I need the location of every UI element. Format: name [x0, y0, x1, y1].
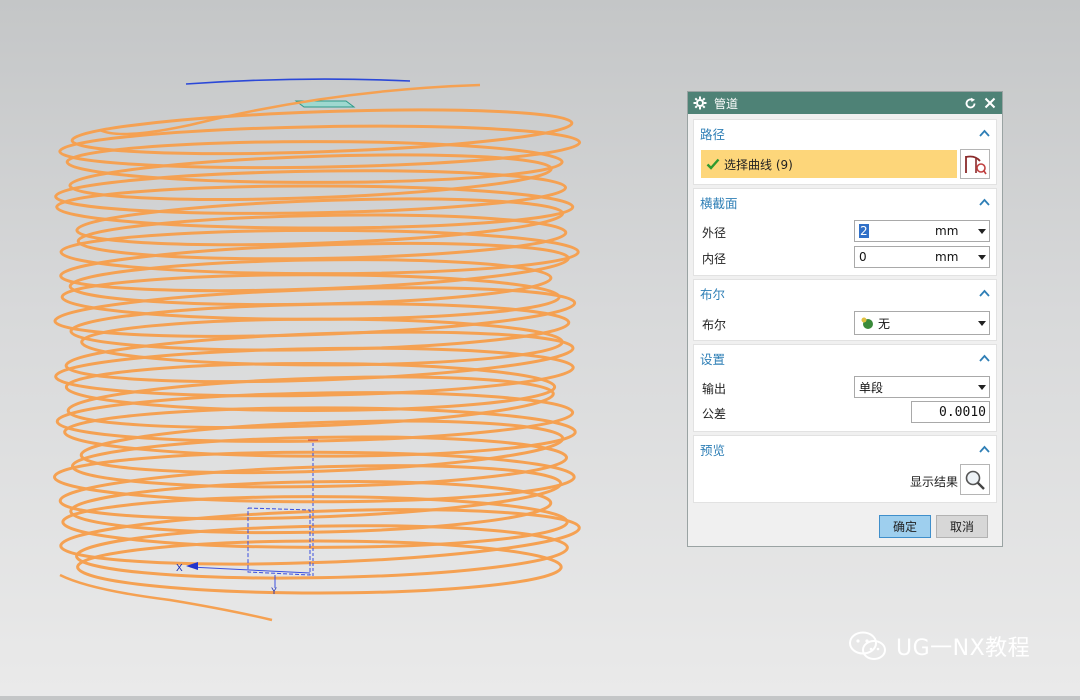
reset-icon[interactable] [962, 95, 978, 111]
helix-coil [65, 140, 564, 184]
inner-diameter-input[interactable]: 0 mm [854, 246, 990, 268]
path-section: 路径 选择曲线 (9) [693, 119, 997, 185]
settings-section-header[interactable]: 设置 [694, 345, 996, 371]
top-sketch-curve[interactable] [185, 78, 411, 85]
chevron-up-icon[interactable] [978, 197, 990, 207]
cross-section-header[interactable]: 横截面 [694, 189, 996, 215]
helix-coil [59, 228, 580, 276]
axis-y-label: Y [271, 586, 277, 596]
tolerance-label: 公差 [702, 407, 727, 421]
output-select[interactable]: 单段 [854, 376, 990, 398]
curve-selection-icon [965, 155, 987, 175]
tolerance-input[interactable]: 0.0010 [911, 401, 990, 423]
gear-icon[interactable] [692, 95, 708, 111]
boolean-section: 布尔 布尔 无 [693, 279, 997, 341]
cancel-button[interactable]: 取消 [936, 515, 988, 538]
watermark-text: UG一NX教程 [896, 636, 1031, 661]
settings-section: 设置 输出 单段 公差 0.0010 [693, 344, 997, 432]
helix-coils[interactable] [52, 83, 582, 622]
curve-rule-button[interactable] [960, 149, 990, 179]
chevron-down-icon[interactable] [975, 320, 989, 326]
helix-end-lead [59, 573, 273, 622]
inner-diameter-label: 内径 [702, 252, 727, 266]
show-result-button[interactable] [960, 464, 990, 495]
axis-x-label: X [176, 563, 183, 574]
output-label: 输出 [702, 382, 727, 396]
path-section-title: 路径 [700, 126, 726, 142]
boolean-section-header[interactable]: 布尔 [694, 280, 996, 306]
settings-section-title: 设置 [700, 351, 726, 367]
magnifier-icon [965, 470, 985, 490]
inner-diameter-unit[interactable]: mm [935, 250, 975, 264]
dialog-titlebar: 管道 [688, 92, 1002, 114]
tolerance-value[interactable]: 0.0010 [939, 405, 986, 420]
outer-diameter-label: 外径 [702, 226, 727, 240]
preview-section-header[interactable]: 预览 [694, 436, 996, 462]
checkmark-icon [704, 155, 722, 173]
tube-dialog: 管道 路径 选择曲线 (9) 横截面 外径 2 mm 内径 0 mm 布尔 布尔… [687, 91, 1003, 547]
inner-diameter-value[interactable]: 0 [855, 250, 935, 264]
chevron-down-icon[interactable] [975, 254, 989, 260]
path-section-header[interactable]: 路径 [694, 120, 996, 146]
boolean-label: 布尔 [702, 318, 727, 332]
boolean-value: 无 [878, 316, 891, 331]
preview-section: 预览 显示结果 [693, 435, 997, 503]
chevron-up-icon[interactable] [978, 128, 990, 138]
close-icon[interactable] [982, 95, 998, 111]
outer-diameter-value[interactable]: 2 [859, 224, 869, 238]
preview-section-title: 预览 [700, 442, 726, 458]
helix-coil [55, 184, 575, 230]
boolean-none-icon [858, 316, 876, 330]
dialog-title: 管道 [714, 96, 739, 111]
chevron-down-icon[interactable] [975, 384, 989, 390]
chevron-down-icon[interactable] [975, 228, 989, 234]
select-curve-button[interactable]: 选择曲线 (9) [701, 150, 957, 178]
cross-section-section: 横截面 外径 2 mm 内径 0 mm [693, 188, 997, 276]
boolean-select[interactable]: 无 [854, 311, 990, 335]
helix-coil [60, 273, 561, 321]
watermark: UG一NX教程 [848, 630, 1030, 662]
boolean-section-title: 布尔 [700, 286, 726, 302]
chevron-up-icon[interactable] [978, 288, 990, 298]
ok-button[interactable]: 确定 [879, 515, 931, 538]
wechat-icon [849, 631, 886, 660]
show-result-label: 显示结果 [910, 475, 959, 489]
select-curve-label: 选择曲线 (9) [724, 157, 793, 172]
cross-section-title: 横截面 [700, 195, 738, 211]
outer-diameter-unit[interactable]: mm [935, 224, 975, 238]
output-value: 单段 [859, 380, 884, 395]
chevron-up-icon[interactable] [978, 353, 990, 363]
outer-diameter-input[interactable]: 2 mm [854, 220, 990, 242]
chevron-up-icon[interactable] [978, 444, 990, 454]
